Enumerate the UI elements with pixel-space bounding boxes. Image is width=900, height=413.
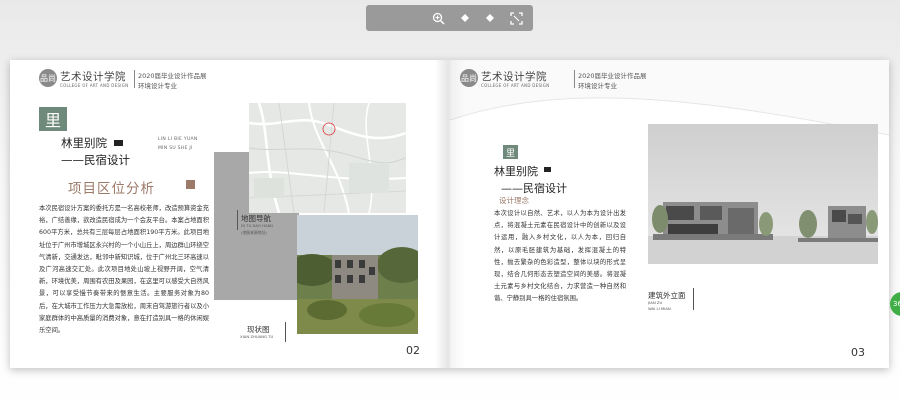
project-title-pinyin: LIN LI BIE YUAN xyxy=(158,137,198,142)
location-map xyxy=(249,103,406,213)
map-caption-en: DI TU DAO HANG xyxy=(241,223,274,228)
project-badge: 里 xyxy=(503,145,518,159)
viewer-toolbar xyxy=(366,5,533,31)
title-marker xyxy=(544,167,551,172)
map-caption-note: (地图来源地址) xyxy=(241,230,267,235)
page-number-left: 02 xyxy=(406,344,420,357)
page-right: 品尚 艺术设计学院 COLLEGE OF ART AND DESIGN 2020… xyxy=(450,60,889,368)
page-number-right: 03 xyxy=(851,346,865,359)
next-page-button[interactable] xyxy=(482,10,498,26)
facade-rendering-image xyxy=(648,124,878,264)
next-page-icon xyxy=(486,14,494,22)
exhibition-title: 2020届毕业设计作品展 xyxy=(578,72,647,80)
section-title: 项目区位分析 xyxy=(68,181,155,197)
major-title: 环境设计专业 xyxy=(138,82,177,90)
facade-rendering xyxy=(648,124,878,264)
fullscreen-icon xyxy=(509,11,523,25)
college-name-en: COLLEGE OF ART AND DESIGN xyxy=(60,83,129,88)
project-title: 林里别院 xyxy=(61,136,107,150)
map-caption-rule xyxy=(237,210,238,230)
map-image xyxy=(249,103,406,213)
project-subtitle-pinyin: MIN SU SHE JI xyxy=(158,146,193,151)
render-caption-en-1: JIAN ZU xyxy=(648,300,663,305)
side-tab[interactable]: 36 xyxy=(890,292,900,316)
render-caption-en-2: WAI LI MIAN xyxy=(648,306,671,311)
college-name: 艺术设计学院 xyxy=(60,71,126,83)
location-analysis-text: 本次民宿设计方案的委托方是一名高校老师，改造预算资金充裕，广结善缘，欲改造民宿成… xyxy=(39,205,210,335)
previous-page-button[interactable] xyxy=(457,10,473,26)
zoom-in-button[interactable] xyxy=(430,10,446,26)
flipbook: 品尚 艺术设计学院 COLLEGE OF ART AND DESIGN 2020… xyxy=(10,60,889,368)
project-badge: 里 xyxy=(39,107,67,131)
render-caption-rule xyxy=(693,288,694,310)
previous-page-icon xyxy=(461,14,469,22)
zoom-in-icon xyxy=(432,12,445,25)
section-marker xyxy=(186,180,195,189)
header-divider xyxy=(574,70,575,88)
exhibition-title: 2020届毕业设计作品展 xyxy=(138,72,207,80)
photo-caption-rule xyxy=(285,322,286,342)
college-name: 艺术设计学院 xyxy=(481,71,547,83)
design-concept-text: 本次设计以自然、艺术，以人为本为设计出发点，将混凝土元素在民宿设计中的创新以及设… xyxy=(494,210,626,303)
section-title: 设计理念 xyxy=(499,196,529,205)
site-photo-image xyxy=(297,215,418,334)
college-name-en: COLLEGE OF ART AND DESIGN xyxy=(481,83,550,88)
major-title: 环境设计专业 xyxy=(578,82,617,90)
college-logo-icon: 品尚 xyxy=(39,69,57,87)
photo-caption-en: XIAN ZHUANG TU xyxy=(240,334,274,339)
fullscreen-button[interactable] xyxy=(508,10,524,26)
site-photo xyxy=(297,215,418,334)
project-subtitle: ——民宿设计 xyxy=(501,182,567,195)
title-marker xyxy=(114,140,123,146)
page-left: 品尚 艺术设计学院 COLLEGE OF ART AND DESIGN 2020… xyxy=(10,60,450,368)
book-spine xyxy=(435,60,465,368)
project-subtitle: ——民宿设计 xyxy=(61,153,130,167)
header-divider xyxy=(134,70,135,88)
project-title: 林里别院 xyxy=(494,165,538,178)
